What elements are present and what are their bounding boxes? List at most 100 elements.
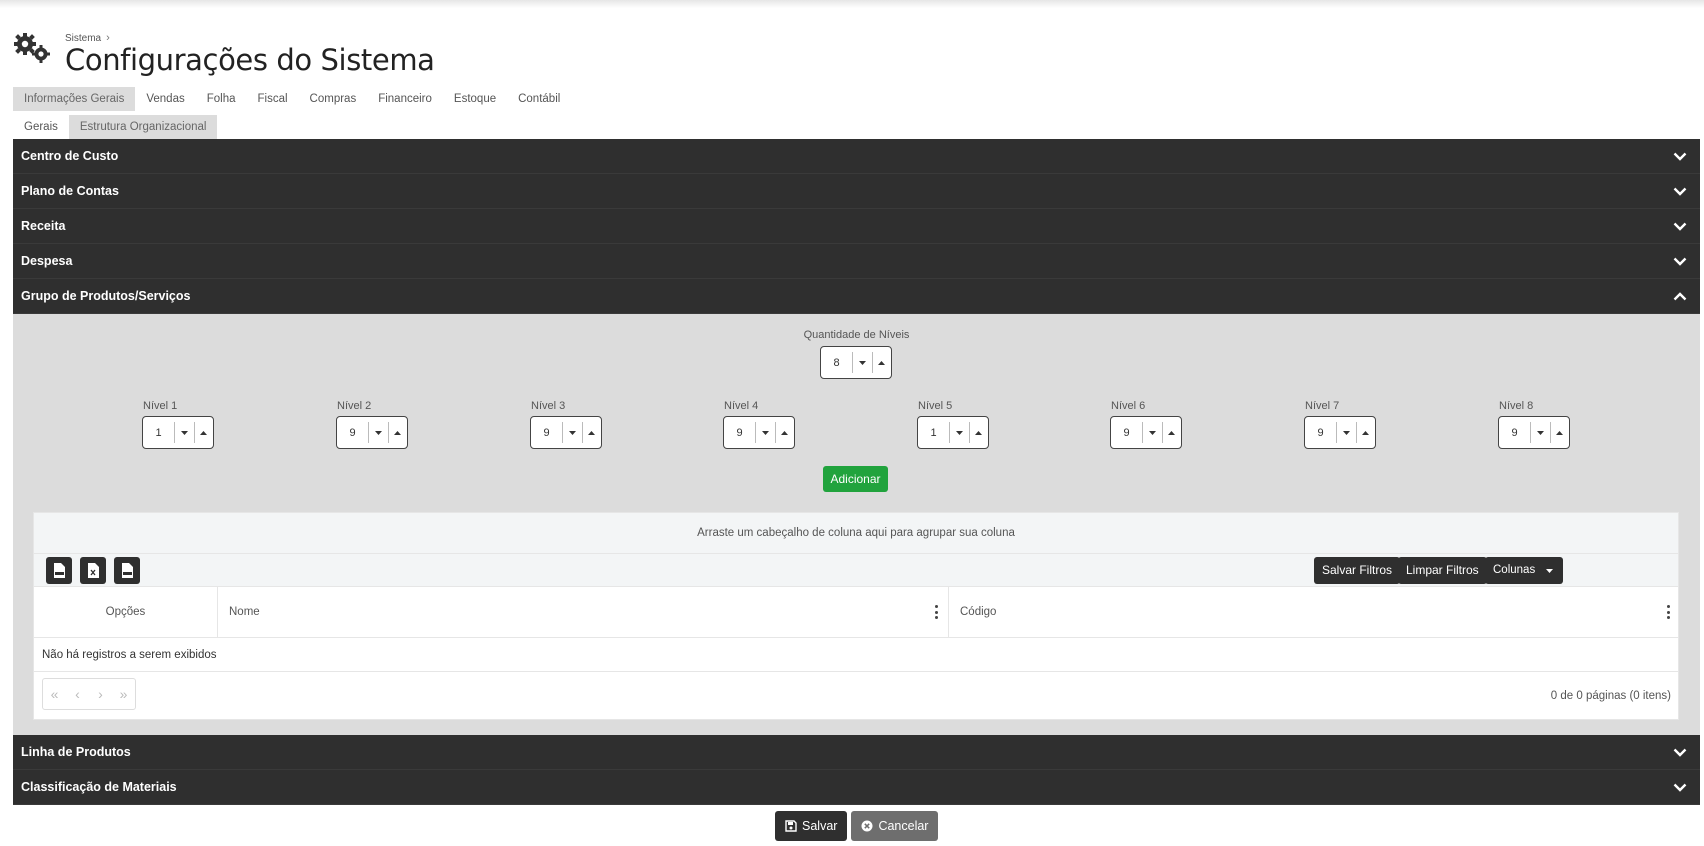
caret-down-icon[interactable]	[949, 422, 968, 443]
section-classificacao-de-materiais[interactable]: Classificação de Materiais	[13, 770, 1700, 805]
section-centro-de-custo[interactable]: Centro de Custo	[13, 139, 1700, 174]
stepper-value[interactable]: 1	[143, 427, 174, 439]
tab-folha[interactable]: Folha	[196, 87, 247, 111]
nivel-7-stepper[interactable]: 9	[1304, 416, 1376, 449]
data-grid: Arraste um cabeçalho de coluna aqui para…	[33, 512, 1679, 720]
caret-up-icon[interactable]	[1355, 422, 1375, 443]
caret-down-icon[interactable]	[174, 422, 193, 443]
chevron-up-icon[interactable]	[1673, 279, 1687, 314]
salvar-filtros-button[interactable]: Salvar Filtros	[1314, 557, 1401, 584]
top-shadow	[0, 0, 1704, 8]
column-header-opcoes[interactable]: Opções	[34, 587, 218, 638]
caret-up-icon[interactable]	[968, 422, 988, 443]
stepper-value[interactable]: 9	[1305, 427, 1336, 439]
tab-estoque[interactable]: Estoque	[443, 87, 507, 111]
column-menu-icon[interactable]	[934, 605, 938, 619]
column-label: Código	[960, 606, 997, 618]
caret-up-icon[interactable]	[1549, 422, 1569, 443]
caret-up-icon[interactable]	[387, 422, 407, 443]
colunas-dropdown[interactable]: Colunas	[1485, 557, 1563, 584]
caret-down-icon[interactable]	[1530, 422, 1549, 443]
sub-tabs: Gerais Estrutura Organizacional	[13, 115, 218, 139]
section-linha-de-produtos[interactable]: Linha de Produtos	[13, 735, 1700, 770]
stepper-value[interactable]: 1	[918, 427, 949, 439]
caret-up-icon[interactable]	[774, 422, 794, 443]
nivel-6-label: Nível 6	[1111, 400, 1146, 412]
caret-down-icon[interactable]	[852, 352, 871, 373]
pager: « ‹ › » 0 de 0 páginas (0 itens)	[34, 672, 1678, 720]
prev-page-button[interactable]: ‹	[66, 679, 89, 709]
chevron-down-icon[interactable]	[1673, 735, 1687, 770]
section-label: Linha de Produtos	[21, 745, 131, 759]
column-header-codigo[interactable]: Código	[949, 587, 1680, 638]
column-label: Nome	[229, 606, 260, 618]
gears-icon	[14, 33, 50, 63]
subtab-gerais[interactable]: Gerais	[13, 115, 69, 139]
nivel-8-label: Nível 8	[1499, 400, 1534, 412]
quantidade-niveis-stepper[interactable]: 8	[820, 346, 892, 379]
nivel-2-stepper[interactable]: 9	[336, 416, 408, 449]
cancelar-button[interactable]: Cancelar	[851, 811, 939, 841]
stepper-value[interactable]: 9	[531, 427, 562, 439]
chevron-down-icon[interactable]	[1673, 209, 1687, 244]
chevron-down-icon[interactable]	[1673, 174, 1687, 209]
group-by-panel[interactable]: Arraste um cabeçalho de coluna aqui para…	[34, 513, 1678, 554]
tab-compras[interactable]: Compras	[299, 87, 368, 111]
nivel-8-stepper[interactable]: 9	[1498, 416, 1570, 449]
pdf-export-icon[interactable]	[46, 557, 72, 584]
stepper-value[interactable]: 9	[1111, 427, 1142, 439]
tab-financeiro[interactable]: Financeiro	[367, 87, 443, 111]
caret-up-icon[interactable]	[193, 422, 213, 443]
nivel-4-stepper[interactable]: 9	[723, 416, 795, 449]
limpar-filtros-button[interactable]: Limpar Filtros	[1398, 557, 1487, 584]
nivel-1-stepper[interactable]: 1	[142, 416, 214, 449]
csv-export-icon[interactable]	[114, 557, 140, 584]
main-tabs: Informações Gerais Vendas Folha Fiscal C…	[13, 87, 571, 111]
caret-down-icon[interactable]	[755, 422, 774, 443]
nivel-6-stepper[interactable]: 9	[1110, 416, 1182, 449]
caret-down-icon[interactable]	[1142, 422, 1161, 443]
section-label: Plano de Contas	[21, 184, 119, 198]
subtab-estrutura-organizacional[interactable]: Estrutura Organizacional	[68, 115, 218, 139]
column-header-nome[interactable]: Nome	[218, 587, 949, 638]
section-plano-de-contas[interactable]: Plano de Contas	[13, 174, 1700, 209]
section-despesa[interactable]: Despesa	[13, 244, 1700, 279]
pager-info: 0 de 0 páginas (0 itens)	[1550, 690, 1671, 702]
stepper-value[interactable]: 9	[337, 427, 368, 439]
section-label: Classificação de Materiais	[21, 780, 177, 794]
caret-down-icon[interactable]	[368, 422, 387, 443]
last-page-button[interactable]: »	[112, 679, 135, 709]
chevron-down-icon[interactable]	[1673, 139, 1687, 174]
caret-down-icon[interactable]	[1336, 422, 1355, 443]
caret-up-icon[interactable]	[871, 352, 891, 373]
nivel-1-label: Nível 1	[143, 400, 178, 412]
section-receita[interactable]: Receita	[13, 209, 1700, 244]
adicionar-button[interactable]: Adicionar	[823, 466, 888, 492]
grid-toolbar: Salvar Filtros Limpar Filtros Colunas	[34, 554, 1678, 587]
nivel-5-stepper[interactable]: 1	[917, 416, 989, 449]
column-menu-icon[interactable]	[1666, 605, 1670, 619]
tab-fiscal[interactable]: Fiscal	[247, 87, 299, 111]
chevron-down-icon[interactable]	[1673, 770, 1687, 805]
tab-informacoes-gerais[interactable]: Informações Gerais	[13, 87, 136, 111]
cancelar-label: Cancelar	[878, 819, 929, 833]
stepper-value[interactable]: 8	[821, 357, 852, 369]
caret-up-icon[interactable]	[581, 422, 601, 443]
first-page-button[interactable]: «	[43, 679, 66, 709]
section-grupo-de-produtos-servicos[interactable]: Grupo de Produtos/Serviços	[13, 279, 1700, 314]
tab-vendas[interactable]: Vendas	[135, 87, 195, 111]
tab-contabil[interactable]: Contábil	[507, 87, 571, 111]
empty-message: Não há registros a serem exibidos	[34, 638, 1678, 672]
caret-down-icon[interactable]	[562, 422, 581, 443]
grupo-produtos-panel: Quantidade de Níveis 8 Nível 1 1 Nível 2…	[13, 314, 1700, 735]
grid-header: Opções Nome Código	[34, 587, 1678, 638]
nivel-3-label: Nível 3	[531, 400, 566, 412]
stepper-value[interactable]: 9	[1499, 427, 1530, 439]
chevron-down-icon[interactable]	[1673, 244, 1687, 279]
nivel-3-stepper[interactable]: 9	[530, 416, 602, 449]
next-page-button[interactable]: ›	[89, 679, 112, 709]
stepper-value[interactable]: 9	[724, 427, 755, 439]
excel-export-icon[interactable]	[80, 557, 106, 584]
salvar-button[interactable]: Salvar	[775, 811, 848, 841]
caret-up-icon[interactable]	[1161, 422, 1181, 443]
